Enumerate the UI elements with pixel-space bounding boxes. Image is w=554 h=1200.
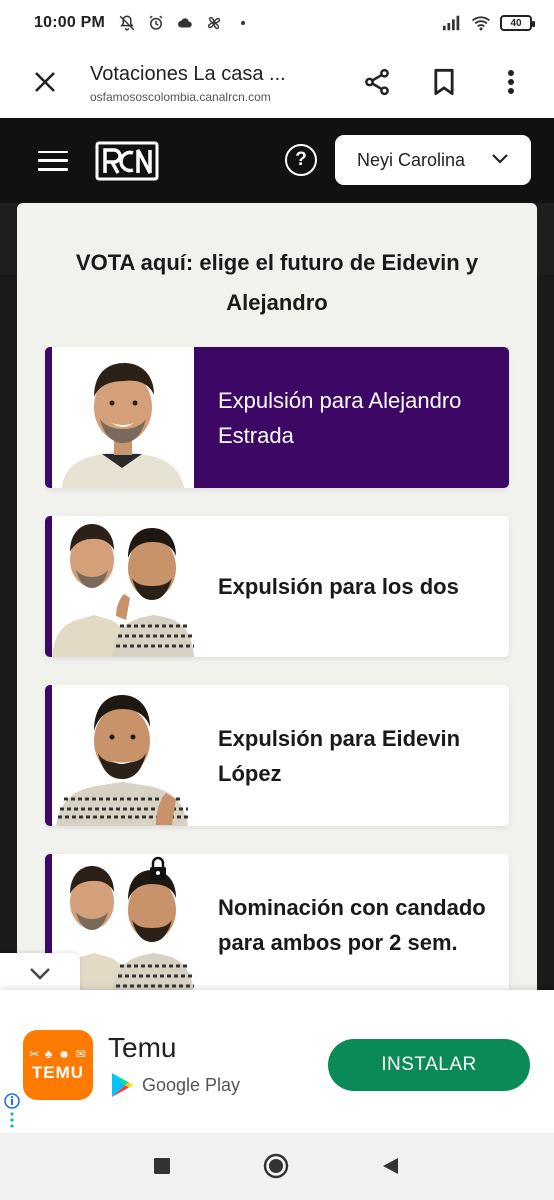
status-bar: 10:00 PM 40 (0, 0, 554, 46)
chevron-down-icon (492, 154, 508, 164)
browser-toolbar: Votaciones La casa ... osfamososcolombia… (0, 46, 554, 118)
vote-option-nomination-lock[interactable]: Nominación con candado para ambos por 2 … (45, 854, 509, 995)
vote-option-label: Expulsión para Alejandro Estrada (218, 387, 462, 448)
vote-option-expel-eidevin[interactable]: Expulsión para Eidevin López (45, 685, 509, 826)
android-nav-bar (0, 1133, 554, 1200)
bookmark-icon (433, 68, 454, 96)
wifi-icon (471, 13, 491, 33)
bookmark-button[interactable] (410, 52, 477, 112)
vote-panel: VOTA aquí: elige el futuro de Eidevin y … (17, 203, 537, 1003)
google-play-icon (112, 1073, 133, 1097)
page-url: osfamososcolombia.canalrcn.com (90, 89, 271, 104)
page-info[interactable]: Votaciones La casa ... osfamososcolombia… (90, 61, 343, 104)
recents-button[interactable] (149, 1153, 175, 1179)
home-button[interactable] (263, 1153, 289, 1179)
profile-name: Neyi Carolina (357, 149, 466, 170)
signal-icon (442, 13, 462, 33)
ad-app-name[interactable]: Temu (108, 1032, 176, 1064)
menu-icon[interactable] (38, 150, 68, 171)
site-header: ? Neyi Carolina (0, 118, 554, 203)
recents-icon (154, 1158, 170, 1174)
vote-title: VOTA aquí: elige el futuro de Eidevin y … (75, 250, 479, 315)
back-icon (383, 1158, 398, 1174)
temu-symbols-icon: ✂ ♣ ☻ ✉ (29, 1047, 87, 1061)
temu-logo-text: TEMU (31, 1063, 85, 1082)
rcn-logo[interactable] (95, 141, 159, 181)
help-button[interactable]: ? (285, 144, 317, 176)
profile-dropdown[interactable]: Neyi Carolina (335, 135, 531, 185)
eidevin-photo (52, 685, 194, 826)
cloud-icon (175, 13, 195, 33)
vote-option-expel-both[interactable]: Expulsión para los dos (45, 516, 509, 657)
vote-option-label: Expulsión para Eidevin López (218, 725, 461, 786)
screen: 10:00 PM 40 Votaciones La casa ... osfam… (0, 0, 554, 1200)
alarm-icon (146, 13, 166, 33)
ad-info-icon[interactable] (3, 1092, 21, 1128)
dot-icon (233, 13, 253, 33)
ad-banner[interactable]: ✂ ♣ ☻ ✉ TEMU Temu Google Play INSTALAR (0, 990, 554, 1133)
ad-collapse-button[interactable] (0, 953, 80, 993)
home-icon (263, 1153, 289, 1179)
more-vertical-icon (507, 70, 514, 94)
chevron-down-icon (30, 968, 50, 980)
notifications-off-icon (117, 13, 137, 33)
close-tab-button[interactable] (0, 46, 90, 118)
pinwheel-icon (204, 13, 224, 33)
ad-store-name: Google Play (142, 1074, 241, 1095)
share-icon (364, 68, 389, 96)
vote-option-expel-alejandro[interactable]: Expulsión para Alejandro Estrada (45, 347, 509, 488)
close-icon (35, 72, 55, 92)
ad-store: Google Play (110, 1072, 240, 1098)
battery-indicator: 40 (500, 15, 535, 31)
both-contestants-photo (52, 516, 194, 657)
temu-app-icon[interactable]: ✂ ♣ ☻ ✉ TEMU (23, 1030, 93, 1100)
lock-icon (150, 856, 166, 880)
more-options-button[interactable] (477, 52, 544, 112)
share-button[interactable] (343, 52, 410, 112)
alejandro-photo (52, 347, 194, 488)
page-title: Votaciones La casa ... (90, 62, 286, 85)
vote-option-label: Nominación con candado para ambos por 2 … (218, 894, 486, 955)
back-button[interactable] (377, 1153, 403, 1179)
install-button[interactable]: INSTALAR (328, 1039, 530, 1091)
status-time: 10:00 PM (34, 14, 105, 31)
vote-option-label: Expulsión para los dos (218, 574, 459, 599)
